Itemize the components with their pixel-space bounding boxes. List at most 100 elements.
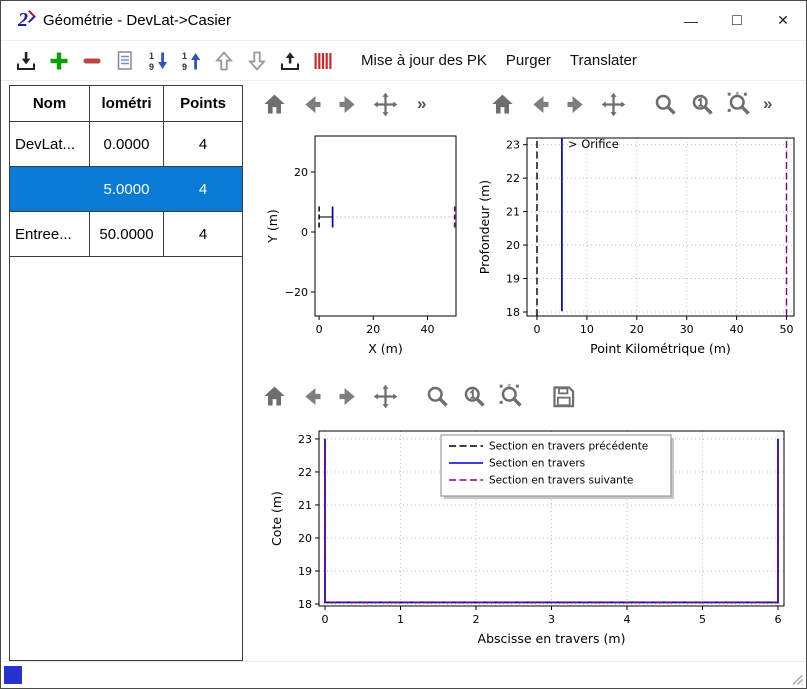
svg-text:9: 9	[182, 62, 187, 72]
update-pk-button[interactable]: Mise à jour des PK	[355, 48, 493, 73]
translate-button[interactable]: Translater	[564, 48, 643, 73]
home-button[interactable]	[259, 381, 289, 411]
purge-button[interactable]: Purger	[500, 48, 557, 73]
svg-text:Point Kilométrique (m): Point Kilométrique (m)	[590, 341, 731, 356]
home-button[interactable]	[487, 89, 517, 119]
toolbar-overflow-button[interactable]: »	[763, 94, 772, 114]
profile-chart[interactable]: 01020304050181920212223Point Kilométriqu…	[471, 126, 807, 371]
plan-chart[interactable]: 02040−20020X (m)Y (m)	[249, 126, 466, 371]
home-icon	[489, 91, 516, 118]
cell-nom[interactable]	[10, 167, 90, 212]
svg-text:5: 5	[699, 613, 706, 626]
back-button[interactable]	[296, 381, 326, 411]
table-row-selected[interactable]: 5.0000 4	[10, 167, 242, 212]
svg-text:21: 21	[506, 206, 520, 219]
remove-button[interactable]	[79, 48, 105, 74]
sort-descending-button[interactable]: 19	[145, 48, 171, 74]
svg-text:Section en travers: Section en travers	[489, 458, 585, 470]
back-button[interactable]	[524, 89, 554, 119]
svg-text:19: 19	[506, 273, 520, 286]
close-icon: ✕	[777, 12, 789, 29]
svg-text:9: 9	[149, 62, 154, 72]
column-header-points[interactable]: Points	[164, 86, 242, 122]
import-icon	[14, 49, 38, 73]
svg-text:23: 23	[298, 433, 312, 446]
svg-text:40: 40	[421, 323, 435, 336]
magnifier-one-icon	[461, 383, 488, 410]
svg-text:20: 20	[294, 166, 308, 179]
pan-button[interactable]	[370, 381, 400, 411]
cell-points[interactable]: 4	[164, 212, 242, 257]
svg-text:> Orifice: > Orifice	[568, 137, 619, 151]
forward-button[interactable]	[333, 381, 363, 411]
cell-points[interactable]: 4	[164, 122, 242, 167]
arrow-down-icon	[245, 49, 269, 73]
table-row[interactable]: DevLat... 0.0000 4	[10, 122, 242, 167]
zoom-rect-button[interactable]	[496, 381, 526, 411]
cell-pk[interactable]: 5.0000	[90, 167, 164, 212]
close-button[interactable]: ✕	[760, 1, 806, 40]
pan-button[interactable]	[598, 89, 628, 119]
cell-nom[interactable]: Entree...	[10, 212, 90, 257]
toolbar-overflow-button[interactable]: »	[417, 94, 426, 114]
forward-button[interactable]	[333, 89, 363, 119]
sort-ascending-button[interactable]: 19	[178, 48, 204, 74]
svg-text:0: 0	[322, 613, 329, 626]
cell-pk[interactable]: 50.0000	[90, 212, 164, 257]
pan-icon	[372, 91, 399, 118]
zoom-one-button[interactable]	[687, 89, 717, 119]
main-toolbar: 19 19 Mise à jour des PK Purger Translat…	[1, 41, 806, 81]
copy-button[interactable]	[112, 48, 138, 74]
svg-text:1: 1	[149, 51, 154, 61]
floppy-disk-icon	[550, 383, 577, 410]
pan-button[interactable]	[370, 89, 400, 119]
cell-points[interactable]: 4	[164, 167, 242, 212]
magnifier-icon	[652, 91, 679, 118]
window-controls: — □ ✕	[668, 1, 806, 40]
column-header-nom[interactable]: Nom	[10, 86, 90, 122]
import-button[interactable]	[13, 48, 39, 74]
svg-text:6: 6	[774, 613, 781, 626]
status-blue-square	[4, 666, 22, 684]
minimize-icon: —	[684, 13, 698, 29]
resize-grip[interactable]	[789, 671, 804, 686]
status-bar	[1, 661, 806, 688]
zoom-button[interactable]	[422, 381, 452, 411]
save-figure-button[interactable]	[548, 381, 578, 411]
barcode-icon	[311, 49, 335, 73]
profile-chart-toolbar: »	[487, 87, 772, 121]
forward-arrow-icon	[335, 91, 362, 118]
document-icon	[113, 49, 137, 73]
add-button[interactable]	[46, 48, 72, 74]
forward-arrow-icon	[335, 383, 362, 410]
cell-pk[interactable]: 0.0000	[90, 122, 164, 167]
section-chart[interactable]: 0123456181920212223Abscisse en travers (…	[249, 419, 807, 661]
svg-text:40: 40	[730, 323, 744, 336]
home-button[interactable]	[259, 89, 289, 119]
move-down-button[interactable]	[244, 48, 270, 74]
svg-text:21: 21	[298, 499, 312, 512]
column-header-pk[interactable]: lométri	[90, 86, 164, 122]
maximize-icon: □	[732, 12, 742, 30]
pk-stripes-button[interactable]	[310, 48, 336, 74]
maximize-button[interactable]: □	[714, 1, 760, 40]
home-icon	[261, 91, 288, 118]
zoom-one-button[interactable]	[459, 381, 489, 411]
title-bar: 2 Géométrie - DevLat->Casier — □ ✕	[1, 1, 806, 41]
forward-button[interactable]	[561, 89, 591, 119]
svg-text:0: 0	[533, 323, 540, 336]
minimize-button[interactable]: —	[668, 1, 714, 40]
table-row[interactable]: Entree... 50.0000 4	[10, 212, 242, 257]
zoom-button[interactable]	[650, 89, 680, 119]
cell-nom[interactable]: DevLat...	[10, 122, 90, 167]
zoom-rect-button[interactable]	[724, 89, 754, 119]
svg-text:30: 30	[680, 323, 694, 336]
back-button[interactable]	[296, 89, 326, 119]
arrow-up-icon	[212, 49, 236, 73]
svg-text:18: 18	[506, 306, 520, 319]
svg-text:4: 4	[623, 613, 630, 626]
move-up-button[interactable]	[211, 48, 237, 74]
export-button[interactable]	[277, 48, 303, 74]
svg-text:Section en travers suivante: Section en travers suivante	[489, 475, 633, 487]
svg-text:X (m): X (m)	[368, 341, 402, 356]
